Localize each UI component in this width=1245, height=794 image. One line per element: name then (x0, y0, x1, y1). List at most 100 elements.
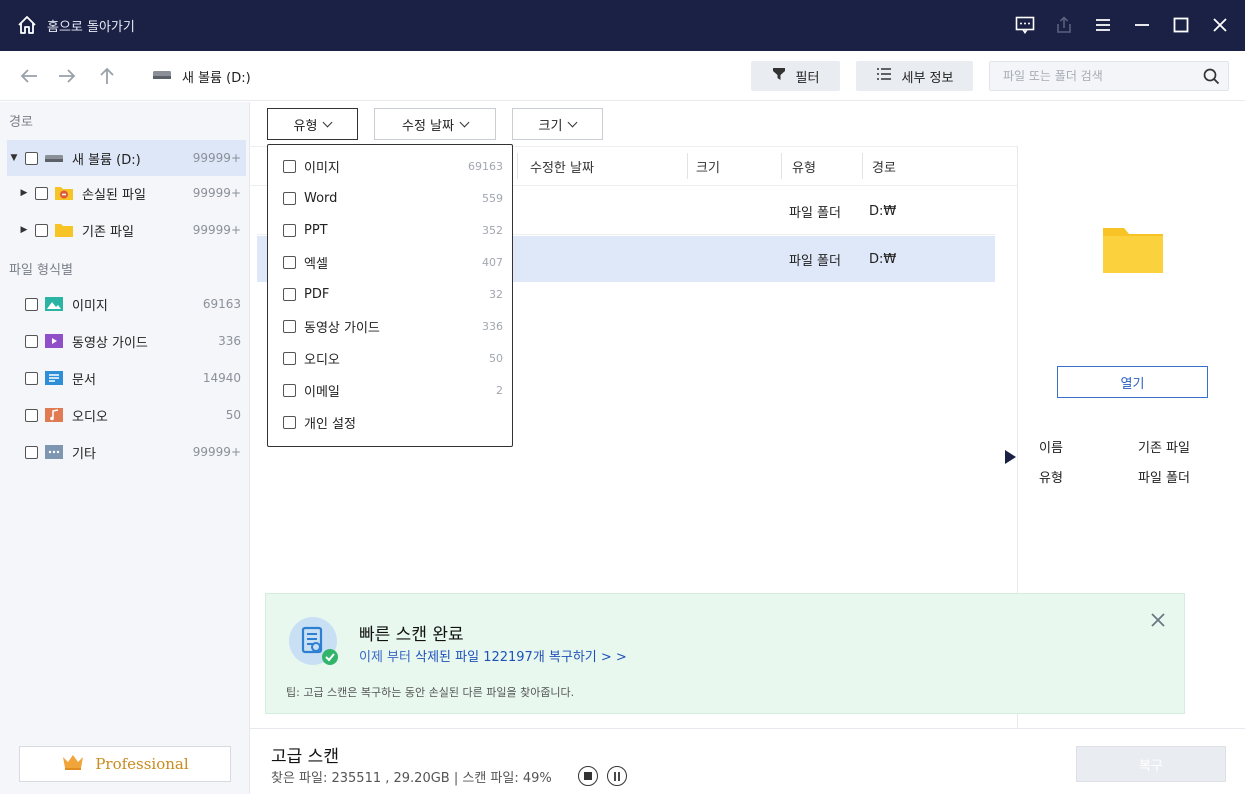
checkbox[interactable] (283, 319, 296, 333)
checkbox[interactable] (25, 445, 38, 459)
type-filter-dropdown[interactable]: 유형 (267, 108, 358, 140)
type-filter-menu: 이미지 69163 Word 559 PPT 352 엑셀 407 PDF 32 동영상 … (267, 144, 513, 447)
filter-button[interactable]: 필터 (751, 61, 840, 91)
breadcrumb-drive[interactable]: 새 볼륨 (D:) (182, 67, 251, 86)
scan-status: 찾은 파일: 235511 , 29.20GB | 스캔 파일: 49% (271, 771, 552, 786)
scan-complete-banner: 빠른 스캔 완료 이제 부터 삭제된 파일 122197개 복구하기 > > 팁… (265, 593, 1185, 714)
breadcrumb: 새 볼륨 (D:) (152, 67, 251, 86)
folder-preview-icon (1102, 226, 1164, 278)
column-path[interactable]: 경로 (872, 147, 896, 185)
checkbox[interactable] (35, 186, 48, 200)
advanced-scan-title: 고급 스캔 (271, 747, 339, 767)
forward-arrow-icon[interactable] (56, 65, 78, 87)
image-folder-icon (44, 296, 64, 312)
column-size[interactable]: 크기 (696, 147, 720, 185)
minimize-icon[interactable] (1130, 13, 1154, 37)
funnel-icon (772, 67, 786, 85)
recover-deleted-link[interactable]: 삭제된 파일 122197개 복구하기 > > (415, 650, 627, 665)
checkbox[interactable] (25, 371, 38, 385)
meta-name-value: 기존 파일 (1138, 441, 1190, 456)
checkbox[interactable] (25, 151, 38, 165)
professional-button[interactable]: Professional (19, 746, 231, 782)
chevron-down-icon (459, 117, 470, 127)
scan-report-icon (288, 616, 342, 674)
menu-item-personal-settings[interactable]: 개인 설정 (268, 406, 512, 438)
tree-item-lost-files[interactable]: ▶ 손실된 파일 99999+ (17, 175, 246, 211)
audio-folder-icon (44, 407, 64, 423)
checkbox[interactable] (283, 223, 296, 237)
checkbox[interactable] (25, 334, 38, 348)
maximize-icon[interactable] (1169, 13, 1193, 37)
pause-scan-icon[interactable] (607, 766, 627, 786)
meta-type-key: 유형 (1039, 471, 1063, 486)
checkbox[interactable] (283, 415, 296, 429)
chevron-down-icon (568, 117, 578, 127)
caret-right-icon[interactable]: ▶ (17, 188, 31, 198)
type-item-audio[interactable]: 오디오 50 (21, 397, 246, 433)
menu-item-email[interactable]: 이메일 2 (268, 374, 512, 406)
banner-title: 빠른 스캔 완료 (359, 625, 464, 645)
checkbox[interactable] (283, 351, 296, 365)
search-box (989, 61, 1229, 91)
modified-date-filter-dropdown[interactable]: 수정 날짜 (374, 108, 496, 140)
search-input[interactable] (990, 62, 1200, 90)
path-section-title: 경로 (9, 115, 33, 130)
type-item-documents[interactable]: 문서 14940 (21, 360, 246, 396)
banner-close-icon[interactable] (1150, 612, 1166, 628)
up-arrow-icon[interactable] (96, 65, 118, 87)
collapse-panel-icon[interactable] (1003, 449, 1017, 469)
home-icon[interactable] (16, 14, 38, 36)
type-item-video[interactable]: 동영상 가이드 336 (21, 323, 246, 359)
close-icon[interactable] (1208, 13, 1232, 37)
checkbox[interactable] (25, 408, 38, 422)
type-item-other[interactable]: 기타 99999+ (21, 434, 246, 470)
menu-item-excel[interactable]: 엑셀 407 (268, 246, 512, 278)
row-path: D:₩ (869, 203, 897, 219)
menu-item-pdf[interactable]: PDF 32 (268, 278, 512, 310)
menu-icon[interactable] (1091, 13, 1115, 37)
checkbox[interactable] (35, 223, 48, 237)
open-button[interactable]: 열기 (1057, 366, 1208, 398)
checkbox[interactable] (283, 287, 296, 301)
column-modified-date[interactable]: 수정한 날짜 (530, 147, 594, 185)
row-path: D:₩ (869, 251, 897, 267)
file-type-section-title: 파일 형식별 (9, 263, 73, 278)
crown-icon (61, 753, 85, 775)
video-folder-icon (44, 333, 64, 349)
menu-item-audio[interactable]: 오디오 50 (268, 342, 512, 374)
tree-item-existing-files[interactable]: ▶ 기존 파일 99999+ (17, 212, 246, 248)
column-type[interactable]: 유형 (792, 147, 816, 185)
details-button[interactable]: 세부 정보 (856, 61, 973, 91)
stop-scan-icon[interactable] (578, 766, 598, 786)
checkbox[interactable] (283, 159, 296, 173)
caret-down-icon[interactable]: ▼ (7, 153, 21, 163)
meta-name-key: 이름 (1039, 441, 1063, 456)
menu-item-image[interactable]: 이미지 69163 (268, 150, 512, 182)
menu-item-video[interactable]: 동영상 가이드 336 (268, 310, 512, 342)
type-item-images[interactable]: 이미지 69163 (21, 286, 246, 322)
other-folder-icon (44, 444, 64, 460)
size-filter-dropdown[interactable]: 크기 (512, 108, 603, 140)
list-icon (876, 67, 892, 85)
share-icon[interactable] (1052, 13, 1076, 37)
chevron-down-icon (323, 117, 333, 127)
recover-button[interactable]: 복구 (1076, 746, 1226, 782)
checkbox[interactable] (25, 297, 38, 311)
row-type: 파일 폴더 (789, 205, 841, 221)
back-arrow-icon[interactable] (18, 65, 40, 87)
menu-item-word[interactable]: Word 559 (268, 182, 512, 214)
drive-icon (44, 150, 64, 166)
search-icon[interactable] (1203, 68, 1220, 89)
menu-item-ppt[interactable]: PPT 352 (268, 214, 512, 246)
navigation-bar: 새 볼륨 (D:) 필터 세부 정보 (0, 51, 1245, 101)
document-folder-icon (44, 370, 64, 386)
checkbox[interactable] (283, 255, 296, 269)
home-link[interactable]: 홈으로 돌아가기 (47, 16, 135, 35)
checkbox[interactable] (283, 383, 296, 397)
tree-item-volume[interactable]: ▼ 새 볼륨 (D:) 99999+ (7, 140, 246, 176)
checkbox[interactable] (283, 191, 296, 205)
caret-right-icon[interactable]: ▶ (17, 225, 31, 235)
feedback-icon[interactable] (1013, 13, 1037, 37)
meta-type-value: 파일 폴더 (1138, 471, 1190, 486)
folder-icon (54, 222, 74, 238)
